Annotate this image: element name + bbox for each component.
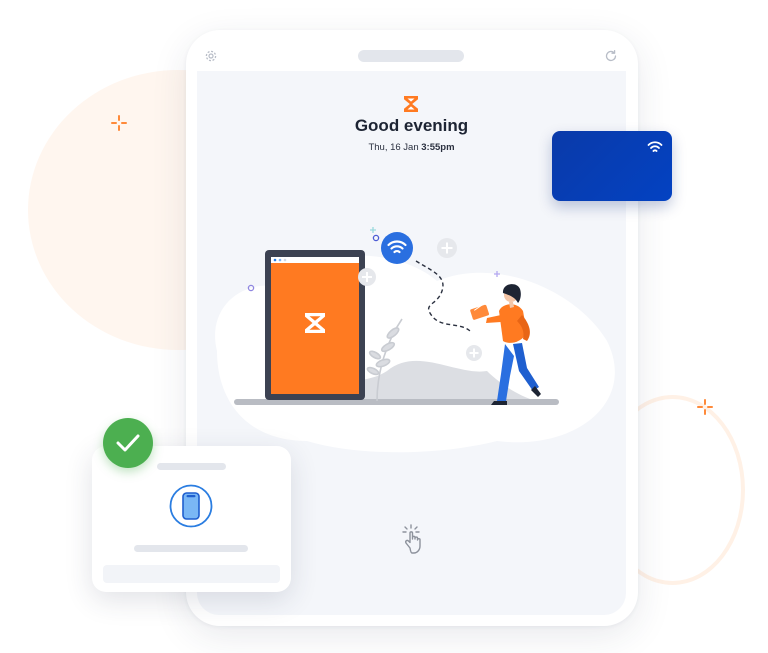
sparkle-icon (111, 115, 127, 131)
nfc-access-card (552, 131, 672, 201)
check-icon (116, 434, 140, 452)
refresh-icon[interactable] (604, 49, 618, 63)
plus-bubble (466, 345, 482, 361)
sparkle-icon (697, 399, 713, 415)
placeholder-field (103, 565, 280, 583)
placeholder-line (134, 545, 248, 552)
placeholder-line (157, 463, 226, 470)
gear-icon[interactable] (204, 49, 218, 63)
phone-paired-card (92, 446, 291, 592)
tablet-notch-bar (358, 50, 464, 62)
contactless-icon (647, 141, 663, 152)
contactless-icon (381, 232, 413, 264)
plus-bubble (437, 238, 457, 258)
plus-bubble (358, 268, 376, 286)
tap-hand-icon[interactable] (397, 521, 427, 557)
success-check-badge (103, 418, 153, 468)
phone-icon (169, 484, 213, 528)
